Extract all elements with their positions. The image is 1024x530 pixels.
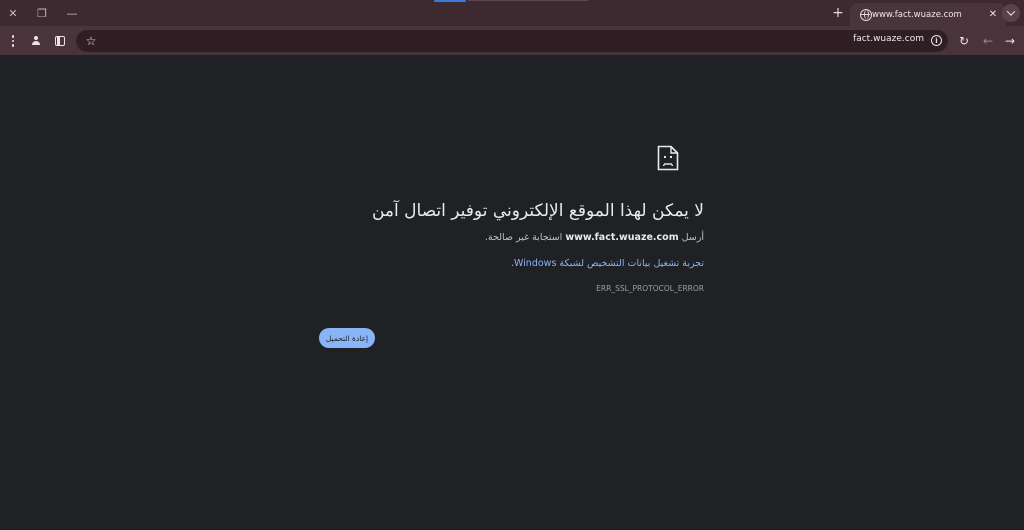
reload-icon: ↻: [958, 34, 970, 48]
window-minimize-button[interactable]: —: [61, 3, 83, 23]
tab-title: www.fact.wuaze.com: [872, 9, 962, 20]
tab-close-button[interactable]: ✕: [986, 8, 1000, 22]
error-host: www.fact.wuaze.com: [565, 232, 679, 243]
profile-icon: [31, 36, 41, 46]
reload-toolbar-button[interactable]: ↻: [954, 31, 974, 51]
menu-dots-icon: [11, 35, 15, 47]
new-tab-button[interactable]: +: [829, 4, 847, 22]
tab-strip: ✕ ❐ — + ✕ www.fact.wuaze.com: [0, 0, 1024, 26]
error-description-suffix: استجابة غير صالحة.: [484, 232, 566, 243]
window-close-button[interactable]: ✕: [2, 3, 24, 23]
forward-arrow-icon: →: [1004, 34, 1016, 48]
side-panel-button[interactable]: [50, 31, 70, 51]
address-bar[interactable]: ☆ fact.wuaze.com i: [76, 30, 948, 52]
chevron-down-icon: [1006, 7, 1016, 16]
info-icon[interactable]: i: [931, 35, 942, 46]
plus-icon: +: [832, 5, 844, 21]
star-icon: ☆: [85, 34, 97, 48]
minimize-icon: —: [66, 6, 78, 20]
close-icon: ✕: [8, 6, 18, 20]
forward-button[interactable]: →: [1000, 31, 1020, 51]
error-description-prefix: أرسل: [678, 232, 704, 243]
network-diagnostics-link[interactable]: تجربة تشغيل بيانات التشخيص لشبكة Windows…: [304, 258, 704, 269]
side-panel-icon: [55, 36, 65, 46]
reload-button[interactable]: إعادة التحميل: [319, 328, 375, 348]
error-page: لا يمكن لهذا الموقع الإلكتروني توفير اتص…: [0, 55, 1024, 530]
tab-search-button[interactable]: [1002, 4, 1020, 22]
restore-icon: ❐: [37, 6, 47, 20]
address-text[interactable]: fact.wuaze.com: [853, 34, 924, 44]
tab-strip-divider: [468, 0, 588, 1]
tab-group-accent: [434, 0, 466, 2]
bookmark-star-button[interactable]: ☆: [81, 31, 101, 51]
globe-icon: [860, 8, 872, 21]
error-code: ERR_SSL_PROTOCOL_ERROR: [596, 284, 704, 293]
tab-active[interactable]: ✕ www.fact.wuaze.com: [850, 3, 1006, 26]
profile-button[interactable]: [26, 31, 46, 51]
error-title: لا يمكن لهذا الموقع الإلكتروني توفير اتص…: [371, 201, 704, 221]
back-button[interactable]: ←: [978, 31, 998, 51]
sad-document-icon: [657, 145, 679, 171]
back-arrow-icon: ←: [982, 34, 994, 48]
error-description: أرسل www.fact.wuaze.com استجابة غير صالح…: [304, 232, 704, 243]
menu-button[interactable]: [3, 31, 23, 51]
window-restore-button[interactable]: ❐: [31, 3, 53, 23]
close-icon: ✕: [988, 9, 998, 20]
